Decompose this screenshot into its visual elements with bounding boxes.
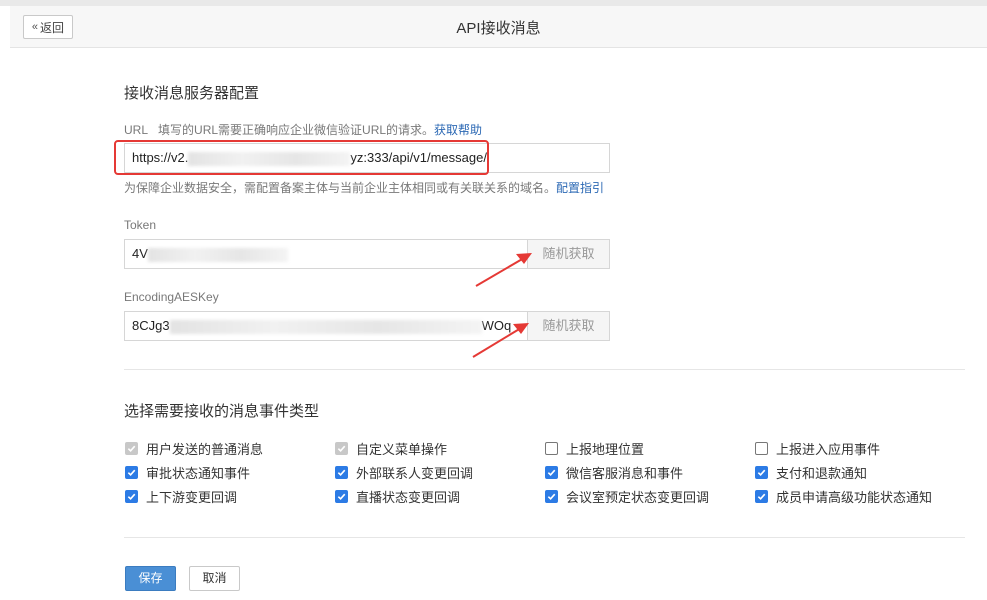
token-label: Token <box>124 218 157 232</box>
checkbox-checked-icon[interactable] <box>545 489 558 503</box>
url-value-start: https://v2. <box>132 150 189 165</box>
event-option[interactable]: 微信客服消息和事件 <box>545 463 683 481</box>
page-header: « 返回 API接收消息 <box>10 6 987 48</box>
checkbox-checked-icon <box>335 441 348 455</box>
event-option-label: 用户发送的普通消息 <box>146 441 264 457</box>
event-option[interactable]: 支付和退款通知 <box>755 463 867 481</box>
event-option-label: 自定义菜单操作 <box>356 441 448 457</box>
event-option-label: 成员申请高级功能状态通知 <box>776 489 933 505</box>
server-config-title: 接收消息服务器配置 <box>124 85 260 102</box>
event-option: 自定义菜单操作 <box>335 439 447 457</box>
checkbox-empty-icon[interactable] <box>755 441 768 455</box>
aes-key-label: EncodingAESKey <box>124 290 219 304</box>
event-option[interactable]: 上报进入应用事件 <box>755 439 880 457</box>
aes-key-redacted <box>169 319 482 334</box>
aes-key-value-end: WOq <box>481 318 512 333</box>
url-redacted <box>188 151 351 166</box>
event-option-label: 会议室预定状态变更回调 <box>566 489 710 505</box>
url-hint: 为保障企业数据安全，需配置备案主体与当前企业主体相同或有关联关系的域名。配置指引 <box>124 179 604 196</box>
event-option[interactable]: 直播状态变更回调 <box>335 487 460 505</box>
events-title: 选择需要接收的消息事件类型 <box>124 403 320 420</box>
token-value-start: 4V <box>132 246 148 261</box>
event-option-label: 上报进入应用事件 <box>776 441 881 457</box>
checkbox-checked-icon[interactable] <box>125 489 138 503</box>
config-guide-link[interactable]: 配置指引 <box>556 181 604 195</box>
url-hint-text: 为保障企业数据安全，需配置备案主体与当前企业主体相同或有关联关系的域名。 <box>124 181 557 195</box>
checkbox-checked-icon[interactable] <box>335 465 348 479</box>
url-description: 填写的URL需要正确响应企业微信验证URL的请求。 <box>158 123 435 137</box>
checkbox-checked-icon[interactable] <box>755 465 768 479</box>
event-option-label: 支付和退款通知 <box>776 465 868 481</box>
url-value-end: yz:333/api/v1/message/ <box>350 150 487 165</box>
token-input[interactable]: 4V 随机获取 <box>124 239 610 269</box>
checkbox-checked-icon[interactable] <box>545 465 558 479</box>
token-redacted <box>147 247 288 262</box>
checkbox-checked-icon[interactable] <box>335 489 348 503</box>
event-option-label: 微信客服消息和事件 <box>566 465 684 481</box>
event-option[interactable]: 上下游变更回调 <box>125 487 237 505</box>
url-label: URL <box>124 123 149 137</box>
event-option[interactable]: 成员申请高级功能状态通知 <box>755 487 932 505</box>
checkbox-checked-icon[interactable] <box>125 465 138 479</box>
checkbox-empty-icon[interactable] <box>545 441 558 455</box>
checkbox-checked-icon <box>125 441 138 455</box>
actions-divider <box>124 537 965 538</box>
checkbox-checked-icon[interactable] <box>755 489 768 503</box>
url-label-row: URL 填写的URL需要正确响应企业微信验证URL的请求。获取帮助 <box>124 121 482 138</box>
event-option-label: 审批状态通知事件 <box>146 465 251 481</box>
get-help-link[interactable]: 获取帮助 <box>434 123 482 137</box>
event-option[interactable]: 外部联系人变更回调 <box>335 463 473 481</box>
save-button[interactable]: 保存 <box>125 566 176 591</box>
event-option-label: 外部联系人变更回调 <box>356 465 474 481</box>
event-option: 用户发送的普通消息 <box>125 439 263 457</box>
aes-key-random-button[interactable]: 随机获取 <box>527 312 609 340</box>
event-option[interactable]: 上报地理位置 <box>545 439 644 457</box>
event-option[interactable]: 会议室预定状态变更回调 <box>545 487 709 505</box>
cancel-button[interactable]: 取消 <box>189 566 240 591</box>
token-random-button[interactable]: 随机获取 <box>527 240 609 268</box>
event-option-label: 上下游变更回调 <box>146 489 238 505</box>
url-input[interactable]: https://v2. yz:333/api/v1/message/ <box>124 143 610 173</box>
aes-key-value-start: 8CJg3 <box>132 318 170 333</box>
event-option[interactable]: 审批状态通知事件 <box>125 463 250 481</box>
section-divider <box>124 369 965 370</box>
page-title: API接收消息 <box>456 20 541 37</box>
event-option-label: 直播状态变更回调 <box>356 489 461 505</box>
aes-key-input[interactable]: 8CJg3 WOq 随机获取 <box>124 311 610 341</box>
event-option-label: 上报地理位置 <box>566 441 645 457</box>
